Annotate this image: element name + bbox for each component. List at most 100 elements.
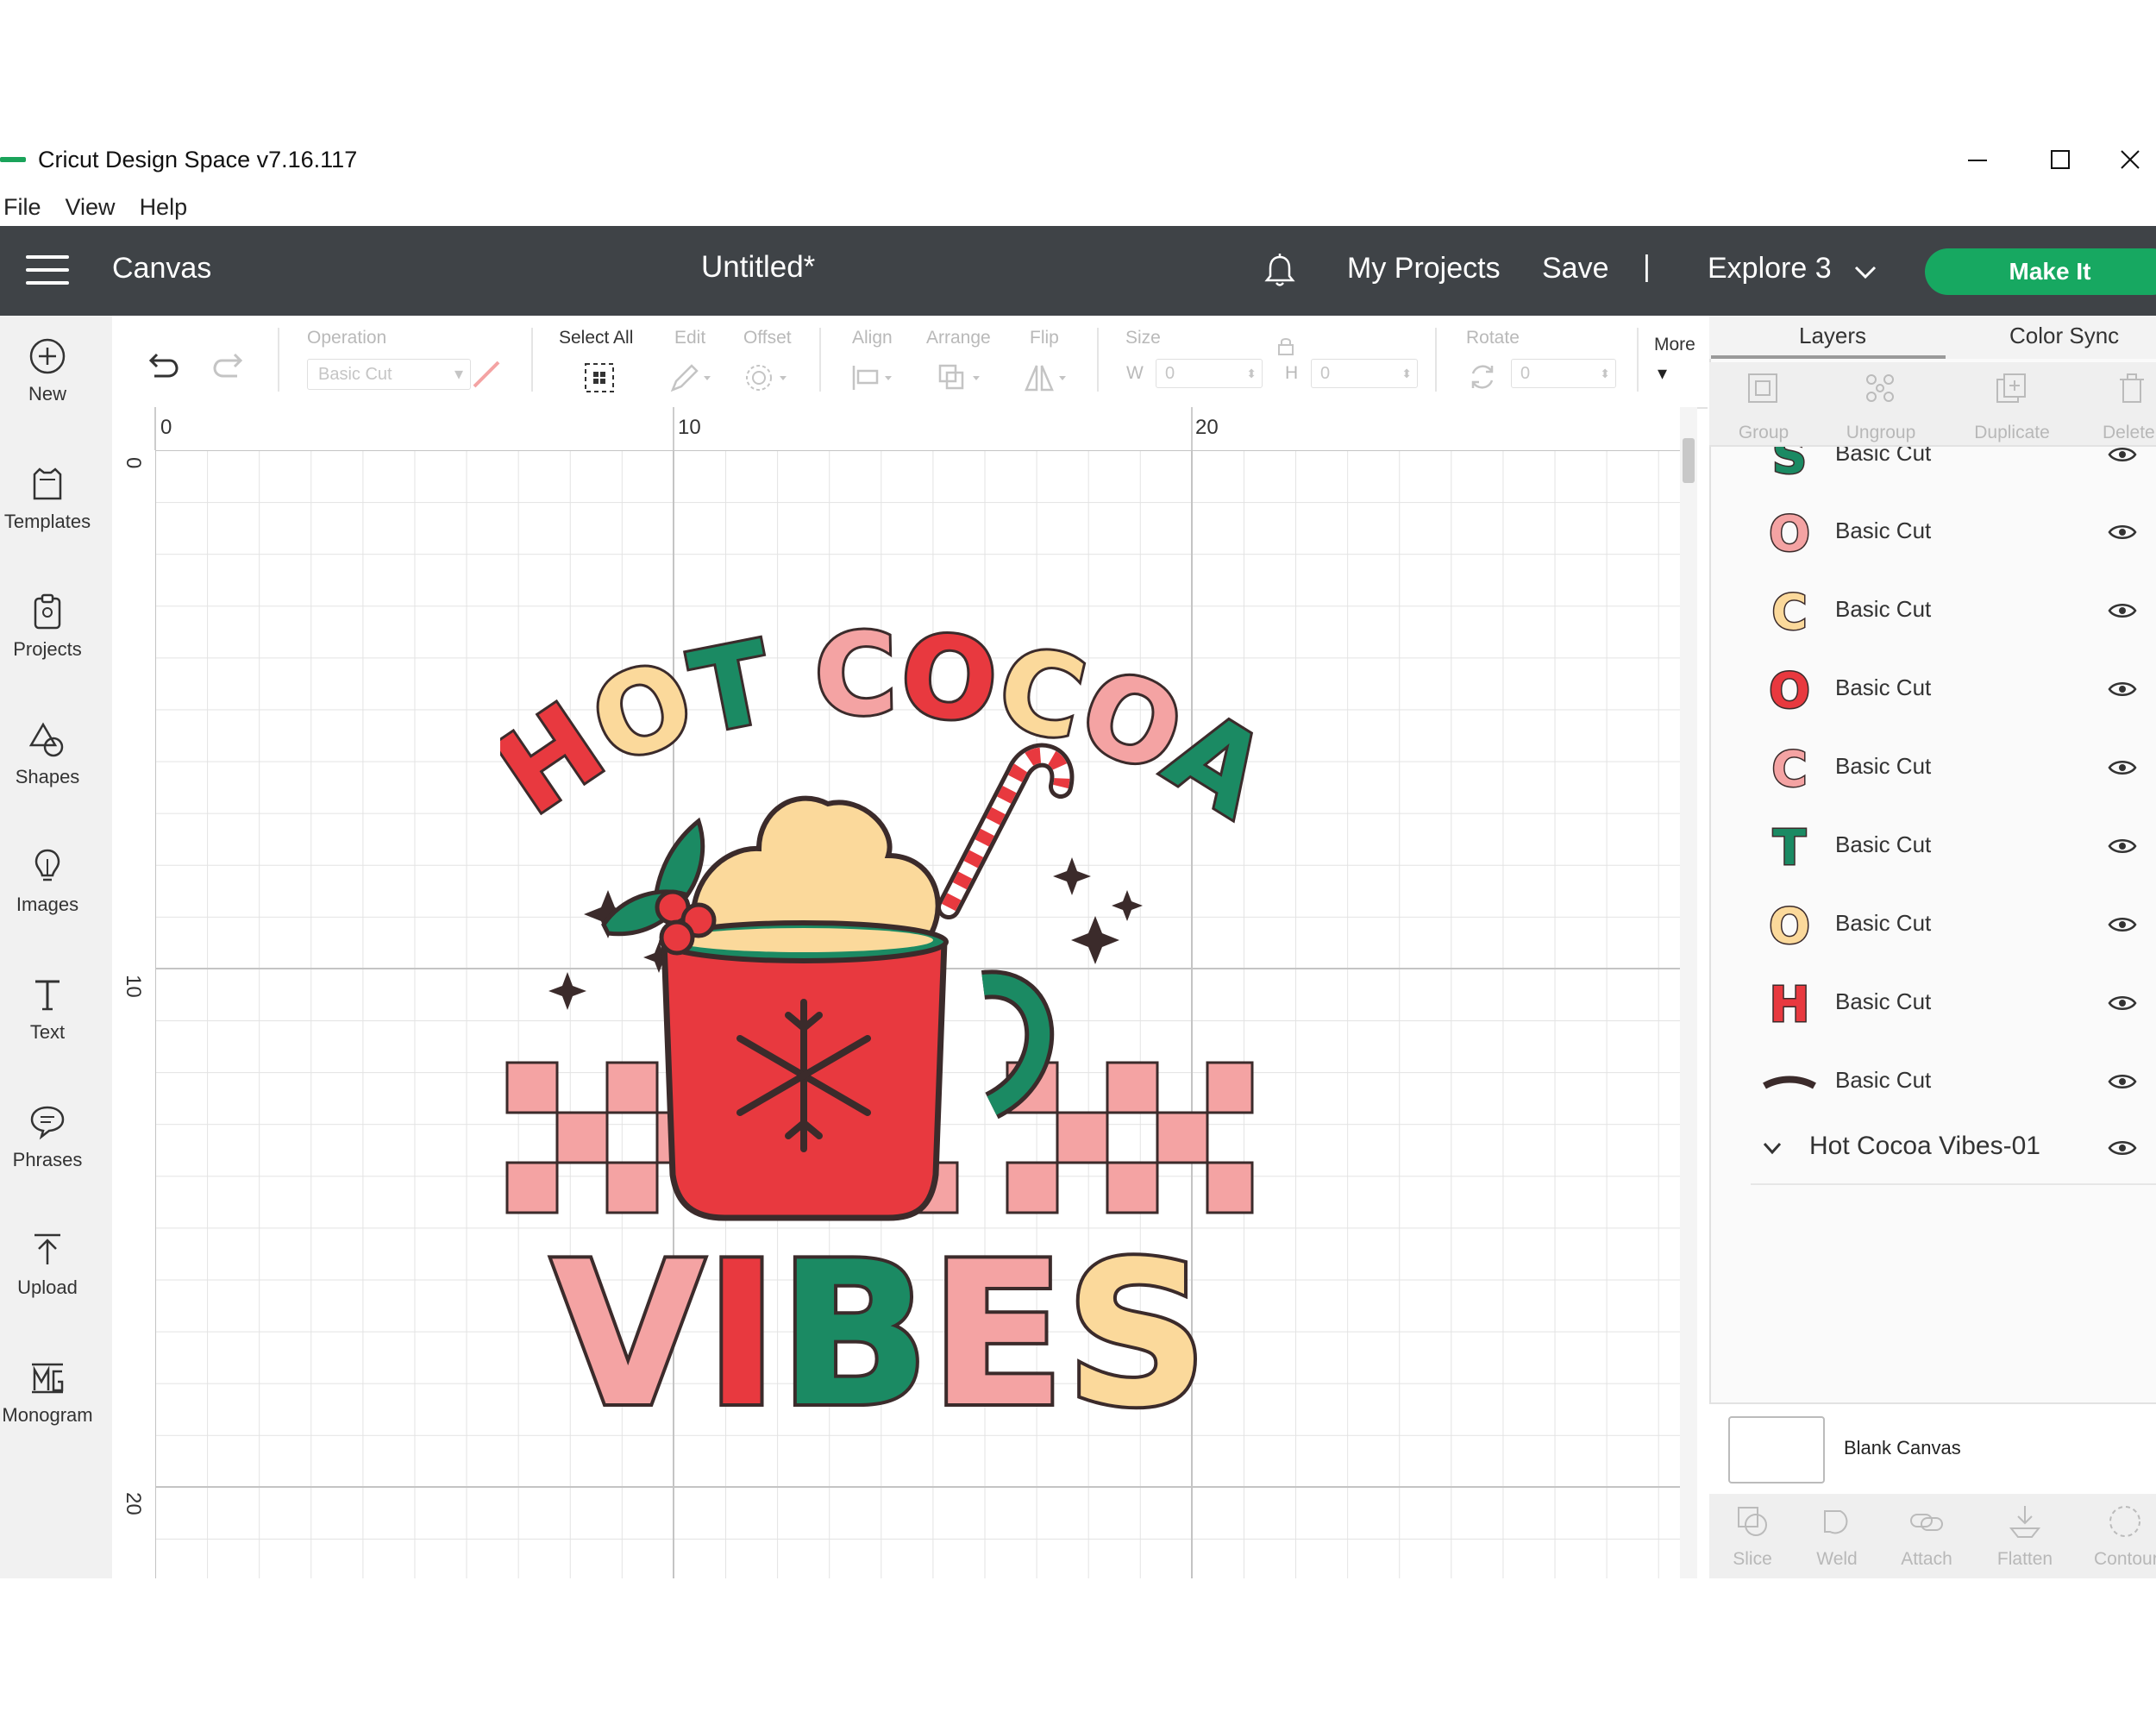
eye-icon[interactable]: [2108, 1138, 2137, 1157]
hamburger-menu-icon[interactable]: [26, 255, 69, 286]
height-value: 0: [1320, 364, 1331, 383]
arrange-icon[interactable]: [937, 362, 988, 393]
more-label[interactable]: More: [1654, 335, 1695, 355]
sidebar-item-monogram[interactable]: Monogram: [0, 1358, 95, 1427]
layer-name: Basic Cut: [1835, 910, 1932, 936]
rotate-icon[interactable]: [1466, 361, 1499, 393]
sidebar-label: Upload: [17, 1276, 78, 1298]
layer-name: Basic Cut: [1835, 753, 1932, 779]
contour-label[interactable]: Contour: [2085, 1549, 2156, 1570]
pen-color-icon[interactable]: [471, 359, 502, 390]
cricut-logo-icon: [0, 157, 26, 162]
chevron-down-icon[interactable]: [1761, 1137, 1783, 1159]
toolbar-divider: [1097, 328, 1099, 392]
my-projects-link[interactable]: My Projects: [1347, 252, 1501, 285]
machine-selector[interactable]: Explore 3: [1708, 252, 1832, 285]
layer-thumbnail: O: [1763, 505, 1816, 564]
slice-icon[interactable]: [1733, 1502, 1771, 1540]
weld-icon[interactable]: [1818, 1502, 1856, 1540]
ungroup-icon[interactable]: [1863, 371, 1897, 405]
sidebar-item-upload[interactable]: Upload: [0, 1230, 95, 1299]
bell-icon[interactable]: [1261, 252, 1299, 290]
eye-icon[interactable]: [2108, 447, 2137, 468]
flip-icon[interactable]: [1023, 362, 1075, 393]
layer-row[interactable]: O Basic Cut: [1751, 886, 2156, 966]
menu-help[interactable]: Help: [128, 190, 200, 224]
slice-label[interactable]: Slice: [1709, 1549, 1796, 1570]
ungroup-label[interactable]: Ungroup: [1833, 423, 1928, 443]
edit-pencil-icon[interactable]: [669, 362, 714, 393]
attach-icon[interactable]: [1908, 1502, 1946, 1540]
eye-icon[interactable]: [2108, 994, 2137, 1017]
layer-group-row[interactable]: Hot Cocoa Vibes-01: [1751, 1113, 2156, 1185]
layer-row[interactable]: C Basic Cut: [1751, 572, 2156, 652]
tab-color-sync[interactable]: Color Sync: [2009, 323, 2119, 349]
close-window-button[interactable]: [2104, 138, 2156, 181]
duplicate-icon[interactable]: [1994, 371, 2028, 405]
eye-icon[interactable]: [2108, 915, 2137, 938]
svg-text:H: H: [1770, 977, 1810, 1030]
eye-icon[interactable]: [2108, 837, 2137, 860]
redo-icon[interactable]: [211, 347, 249, 385]
stepper-icon: ⬍: [1600, 367, 1610, 380]
duplicate-label[interactable]: Duplicate: [1965, 423, 2059, 443]
weld-label[interactable]: Weld: [1794, 1549, 1880, 1570]
layer-thumbnail: T: [1763, 819, 1816, 878]
trash-icon[interactable]: [2115, 371, 2149, 405]
toolbar-divider: [819, 328, 821, 392]
layer-thumbnail: H: [1763, 976, 1816, 1035]
arrange-label: Arrange: [926, 328, 991, 348]
group-icon[interactable]: [1745, 371, 1780, 405]
layer-row[interactable]: H Basic Cut: [1751, 964, 2156, 1044]
align-icon[interactable]: [850, 362, 899, 393]
select-all-icon[interactable]: [582, 361, 617, 395]
app-header: [0, 226, 2156, 316]
rotate-input[interactable]: 0 ⬍: [1511, 359, 1616, 388]
eye-icon[interactable]: [2108, 1072, 2137, 1095]
make-it-button[interactable]: Make It: [1925, 248, 2156, 295]
operation-label: Operation: [307, 328, 387, 348]
width-input[interactable]: 0 ⬍: [1156, 359, 1263, 388]
sidebar-item-phrases[interactable]: Phrases: [0, 1102, 95, 1171]
lock-icon[interactable]: [1275, 335, 1297, 357]
document-title[interactable]: Untitled*: [701, 250, 815, 285]
blank-canvas-swatch[interactable]: [1728, 1416, 1825, 1484]
contour-icon[interactable]: [2106, 1502, 2144, 1540]
delete-label[interactable]: Delete: [2085, 423, 2156, 443]
stepper-icon: ⬍: [1246, 367, 1257, 380]
group-name: Hot Cocoa Vibes-01: [1809, 1132, 2040, 1160]
save-button[interactable]: Save: [1542, 252, 1609, 285]
section-title: Canvas: [112, 252, 212, 285]
layer-row[interactable]: O Basic Cut: [1751, 650, 2156, 731]
maximize-button[interactable]: [2021, 138, 2099, 181]
width-value: 0: [1165, 364, 1175, 383]
group-label[interactable]: Group: [1716, 423, 1811, 443]
operation-select[interactable]: Basic Cut ▾: [307, 359, 471, 390]
minimize-button[interactable]: [1939, 138, 2016, 181]
eye-icon[interactable]: [2108, 758, 2137, 781]
undo-icon[interactable]: [142, 347, 180, 385]
width-label: W: [1126, 363, 1144, 383]
eye-icon[interactable]: [2108, 601, 2137, 624]
sidebar-item-new[interactable]: New: [0, 336, 95, 405]
height-input[interactable]: 0 ⬍: [1311, 359, 1418, 388]
layer-row[interactable]: Basic Cut: [1751, 1043, 2156, 1113]
menu-file[interactable]: File: [0, 190, 53, 224]
layer-row[interactable]: T Basic Cut: [1751, 807, 2156, 888]
offset-label: Offset: [743, 328, 792, 348]
eye-icon[interactable]: [2108, 680, 2137, 703]
tab-layers[interactable]: Layers: [1799, 323, 1866, 349]
attach-label[interactable]: Attach: [1883, 1549, 1970, 1570]
eye-icon[interactable]: [2108, 523, 2137, 546]
sidebar-label: Monogram: [2, 1404, 93, 1426]
offset-icon[interactable]: [743, 362, 792, 393]
toolbar-divider: [278, 328, 279, 392]
menu-view[interactable]: View: [53, 190, 128, 224]
flatten-label[interactable]: Flatten: [1982, 1549, 2068, 1570]
caret-down-icon[interactable]: ▾: [1658, 362, 1667, 385]
flatten-icon[interactable]: [2006, 1502, 2044, 1540]
layer-row[interactable]: C Basic Cut: [1751, 729, 2156, 809]
layer-name: Basic Cut: [1835, 988, 1932, 1014]
layer-row[interactable]: O Basic Cut: [1751, 493, 2156, 574]
chevron-down-icon[interactable]: [1852, 259, 1878, 285]
